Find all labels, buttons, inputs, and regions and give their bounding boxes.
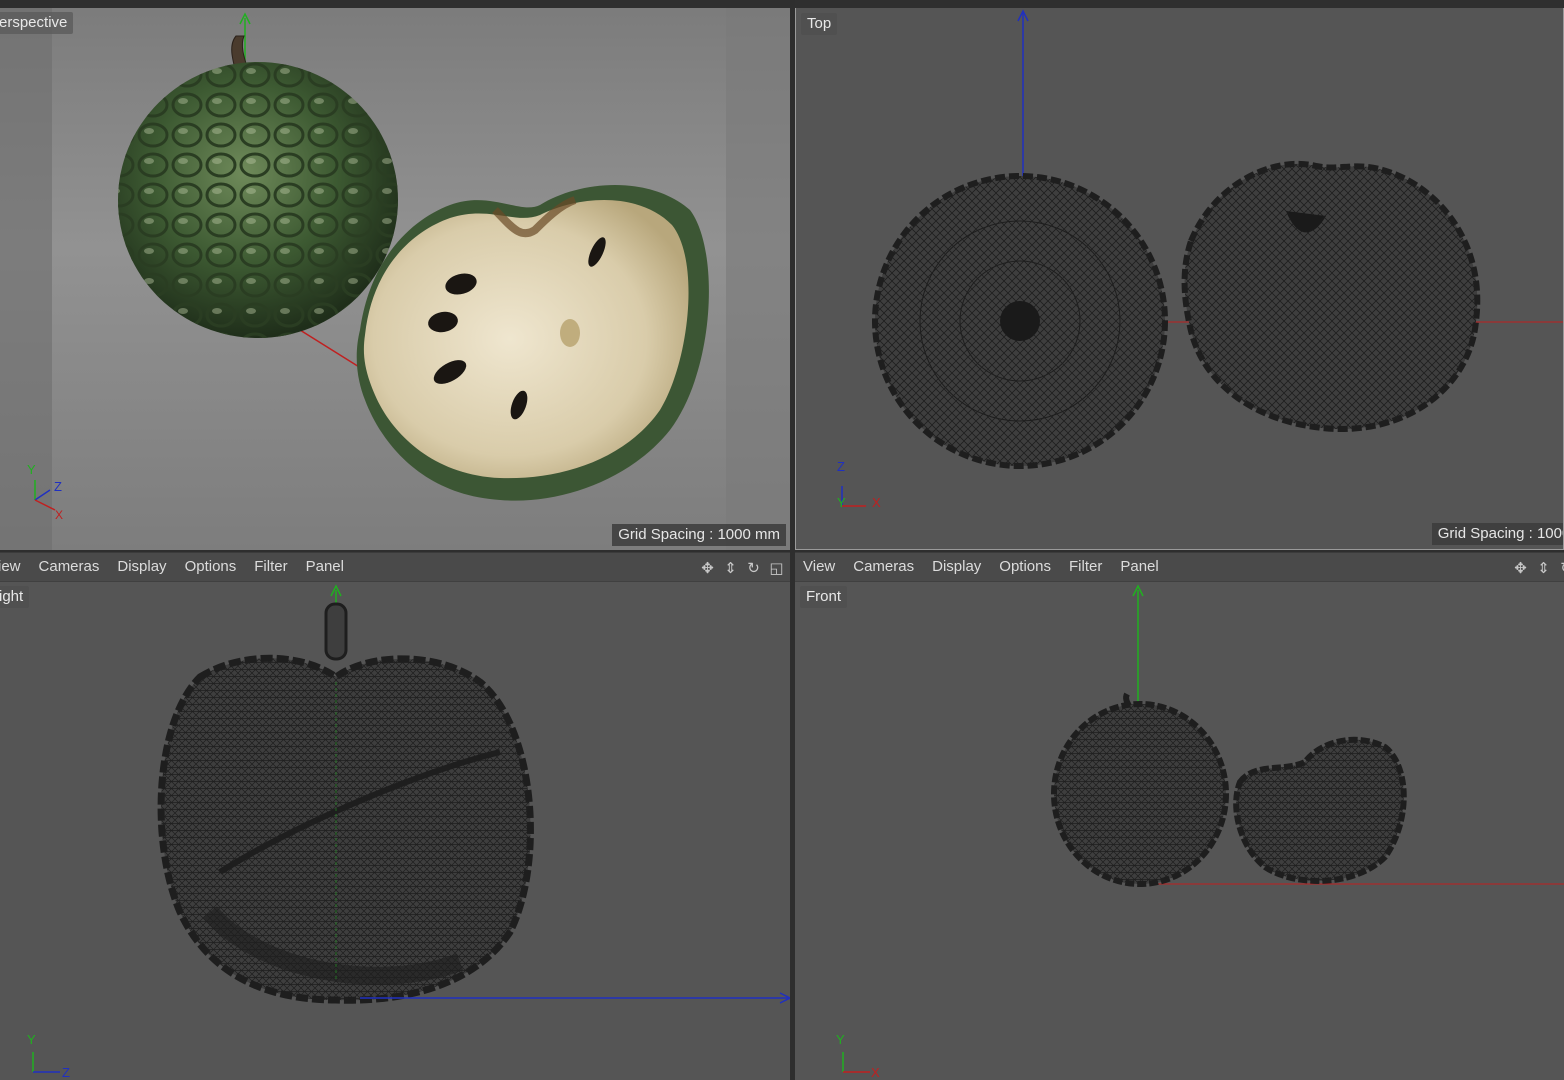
menu-view[interactable]: iew xyxy=(0,552,30,582)
viewport-label[interactable]: ight xyxy=(0,586,30,608)
viewport-label[interactable]: Front xyxy=(800,586,848,608)
fruit-wireframe[interactable] xyxy=(157,602,534,1004)
viewport-title-strip-left xyxy=(0,0,790,8)
menu-view[interactable]: View xyxy=(793,552,844,582)
axis-x-label: X xyxy=(872,495,881,510)
whole-fruit-model[interactable] xyxy=(118,35,398,338)
move-icon[interactable]: ✥ xyxy=(698,558,717,577)
menu-cameras[interactable]: Cameras xyxy=(30,552,109,582)
right-scene xyxy=(32,584,790,1073)
axis-z-label: Z xyxy=(62,1065,70,1080)
cut-fruit-wireframe[interactable] xyxy=(1181,160,1481,433)
menu-display[interactable]: Display xyxy=(108,552,175,582)
menu-panel[interactable]: Panel xyxy=(1111,552,1167,582)
menu-filter[interactable]: Filter xyxy=(1060,552,1111,582)
rotate-icon[interactable]: ↻ xyxy=(1557,558,1564,577)
axis-z-label: Z xyxy=(54,479,62,494)
menu-options[interactable]: Options xyxy=(990,552,1060,582)
axis-y-label: Y xyxy=(836,1032,845,1047)
axis-x-label: X xyxy=(871,1065,880,1080)
front-viewport[interactable]: Front Y X xyxy=(795,582,1564,1080)
whole-fruit-wireframe[interactable] xyxy=(1051,692,1229,887)
viewport-menubar-left: iew Cameras Display Options Filter Panel… xyxy=(0,552,790,582)
grid-spacing-label: Grid Spacing : 1000 m xyxy=(1431,523,1563,545)
viewport-menubar-right: View Cameras Display Options Filter Pane… xyxy=(795,552,1564,582)
zoom-icon[interactable]: ⇕ xyxy=(721,558,740,577)
perspective-viewport[interactable]: erspective Y Z X Grid Spacing : 1000 mm xyxy=(0,0,790,550)
viewport-title-strip-right xyxy=(795,0,1564,8)
menu-display[interactable]: Display xyxy=(923,552,990,582)
menu-filter[interactable]: Filter xyxy=(245,552,296,582)
right-viewport[interactable]: ight Y Z xyxy=(0,582,790,1080)
rotate-icon[interactable]: ↻ xyxy=(744,558,763,577)
grid-spacing-label: Grid Spacing : 1000 mm xyxy=(612,524,786,546)
front-scene xyxy=(842,584,1564,1073)
cut-fruit-wireframe[interactable] xyxy=(1233,736,1407,884)
axis-y-label: Y xyxy=(837,495,846,510)
axis-y-label: Y xyxy=(27,1032,36,1047)
zoom-icon[interactable]: ⇕ xyxy=(1534,558,1553,577)
axis-x-label: X xyxy=(55,508,64,522)
maximize-icon[interactable]: ◱ xyxy=(767,558,786,577)
move-icon[interactable]: ✥ xyxy=(1511,558,1530,577)
viewport-label[interactable]: erspective xyxy=(0,12,74,34)
axis-y-label: Y xyxy=(27,462,36,477)
axis-z-label: Z xyxy=(837,459,845,474)
top-viewport[interactable]: Top Z Y X Grid Spacing : 1000 m xyxy=(795,0,1564,550)
menu-panel[interactable]: Panel xyxy=(297,552,353,582)
menu-options[interactable]: Options xyxy=(176,552,246,582)
cut-fruit-model[interactable] xyxy=(356,185,709,501)
viewport-label[interactable]: Top xyxy=(801,13,838,35)
whole-fruit-wireframe[interactable] xyxy=(872,173,1168,469)
menu-cameras[interactable]: Cameras xyxy=(844,552,923,582)
perspective-scene xyxy=(0,0,790,550)
top-scene xyxy=(841,9,1563,507)
